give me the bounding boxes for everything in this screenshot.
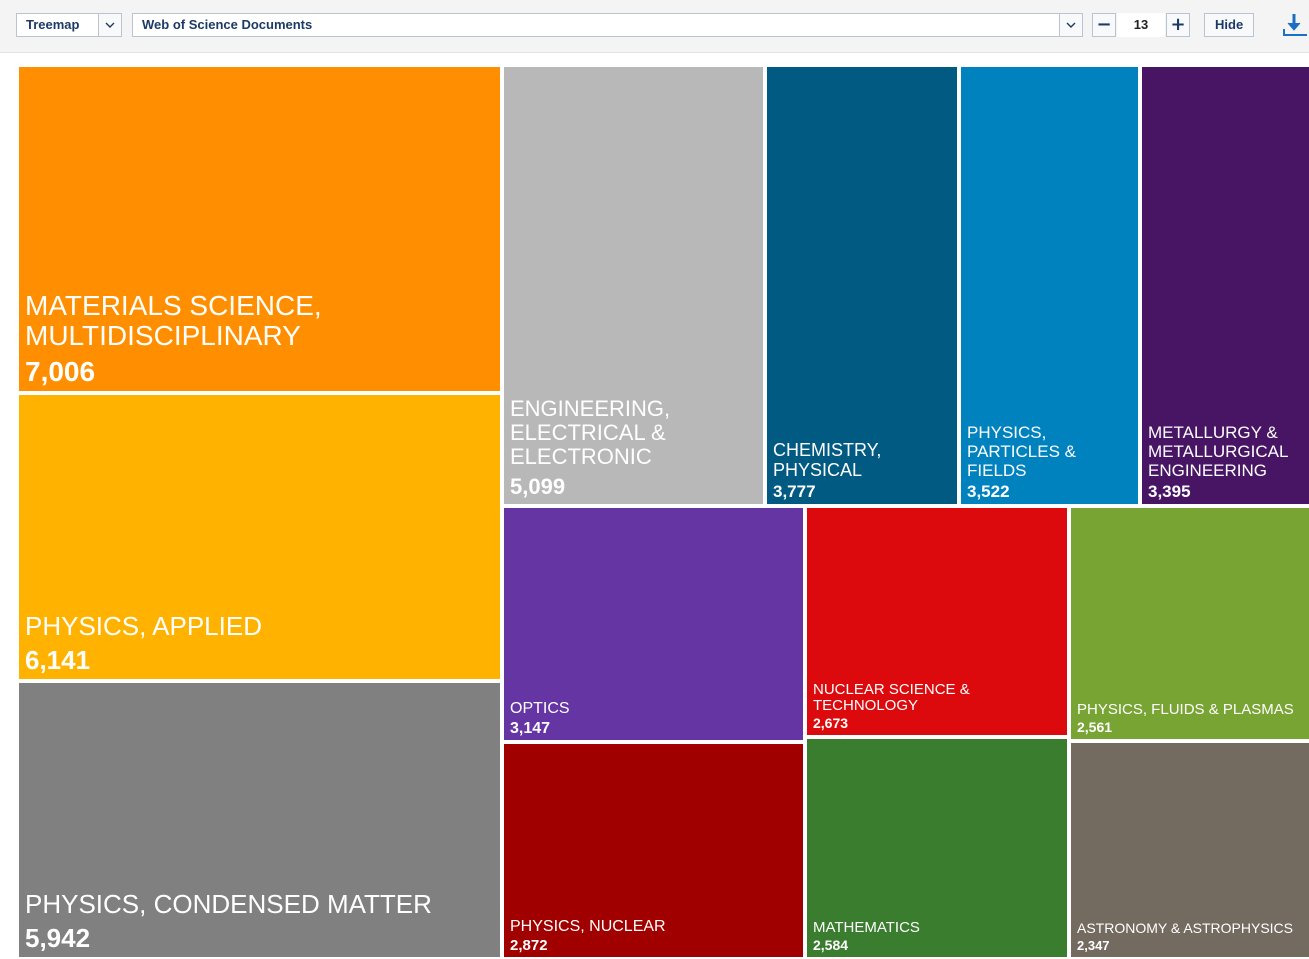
treemap-tile-rect[interactable]	[767, 67, 957, 504]
treemap-tile-value: 5,099	[510, 474, 565, 499]
treemap-tile-label: PHYSICS, NUCLEAR	[510, 918, 666, 935]
treemap-tile-value: 3,147	[510, 720, 550, 737]
treemap-tile-label: MATHEMATICS	[813, 919, 920, 936]
treemap-tile[interactable]: PHYSICS, FLUIDS & PLASMAS2,561	[1071, 508, 1309, 739]
treemap-tile-value: 5,942	[25, 923, 90, 953]
treemap-tile-value: 2,561	[1077, 719, 1112, 735]
treemap-tile-label: PHYSICS, FLUIDS & PLASMAS	[1077, 701, 1294, 718]
treemap-tile-label: ENGINEERING, ELECTRICAL & ELECTRONIC	[510, 396, 670, 469]
treemap-tile-label: ASTRONOMY & ASTROPHYSICS	[1077, 920, 1293, 936]
treemap-tile-label: MATERIALS SCIENCE, MULTIDISCIPLINARY	[25, 290, 322, 351]
treemap-tile[interactable]: PHYSICS, CONDENSED MATTER 5,942	[19, 683, 500, 957]
treemap-tile-value: 3,395	[1148, 482, 1191, 501]
treemap-tile[interactable]: METALLURGY & METALLURGICAL ENGINEERING3,39…	[1142, 67, 1309, 504]
treemap-tile-value: 3,777	[773, 482, 816, 501]
treemap-tile-label: OPTICS	[510, 700, 570, 717]
treemap-tile-label: PHYSICS, CONDENSED MATTER	[25, 889, 432, 919]
treemap-tile-value: 3,522	[967, 482, 1010, 501]
treemap-tile-value: 2,872	[510, 937, 548, 954]
treemap-tile[interactable]: ENGINEERING, ELECTRICAL & ELECTRONIC 5,099	[504, 67, 763, 504]
treemap-tile-value: 6,141	[25, 645, 90, 675]
treemap-tile-value: 2,673	[813, 715, 848, 731]
treemap-tile[interactable]: ASTRONOMY & ASTROPHYSICS 2,347	[1071, 743, 1309, 957]
treemap-tile-value: 2,347	[1077, 938, 1110, 953]
treemap-tile[interactable]: NUCLEAR SCIENCE & TECHNOLOGY2,673	[807, 508, 1067, 735]
treemap-tile[interactable]: PHYSICS, PARTICLES & FIELDS3,522	[961, 67, 1138, 504]
treemap-tile[interactable]: OPTICS 3,147	[504, 508, 803, 740]
treemap-chart: MATERIALS SCIENCE, MULTIDISCIPLINARY 7,006…	[19, 67, 1309, 957]
treemap-tile[interactable]: CHEMISTRY, PHYSICAL3,777	[767, 67, 957, 504]
treemap-tile-value: 2,584	[813, 937, 848, 953]
treemap-tile[interactable]: PHYSICS, APPLIED 6,141	[19, 395, 500, 679]
treemap-tile[interactable]: MATHEMATICS2,584	[807, 739, 1067, 957]
treemap-tile-label: PHYSICS, APPLIED	[25, 611, 262, 641]
treemap-tile[interactable]: MATERIALS SCIENCE, MULTIDISCIPLINARY 7,006	[19, 67, 500, 391]
treemap-tile[interactable]: PHYSICS, NUCLEAR 2,872	[504, 744, 803, 957]
treemap-tile-value: 7,006	[25, 356, 95, 387]
